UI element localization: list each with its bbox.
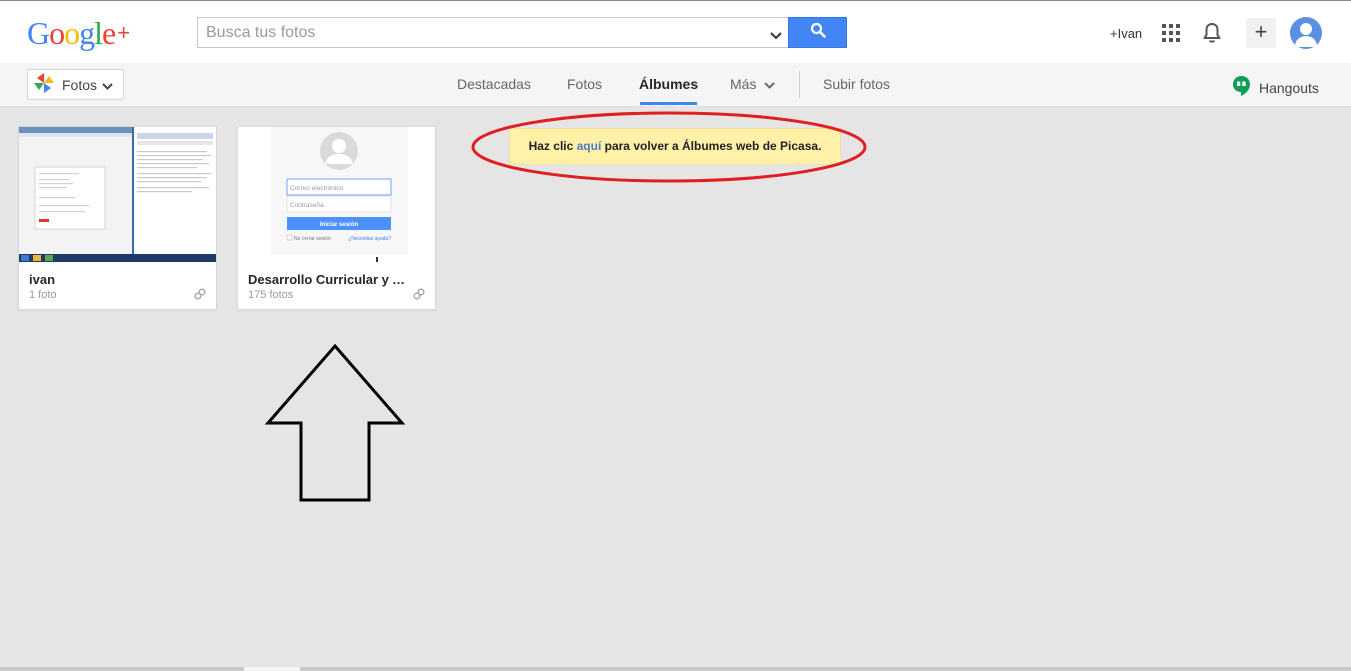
tab-destacadas[interactable]: Destacadas [457,76,531,92]
thumb-keep-signed-in: No cerrar sesión [294,236,331,242]
red-ellipse-annotation [471,111,867,183]
bell-icon[interactable] [1202,22,1222,49]
album-photo-count: 1 foto [29,289,57,301]
nav-bar: Fotos Destacadas Fotos Álbumes Más Subir… [0,63,1351,107]
chevron-down-icon [764,76,776,92]
tab-subir-fotos[interactable]: Subir fotos [823,76,890,92]
album-card[interactable]: Correo electrónico Contraseña Iniciar se… [237,126,436,310]
apps-grid-icon[interactable] [1162,24,1180,42]
hangouts-label: Hangouts [1259,79,1319,96]
link-icon[interactable] [194,287,206,305]
hangouts-icon [1232,75,1251,100]
thumb-email-placeholder: Correo electrónico [290,185,343,192]
top-bar: Google+ +Ivan + [0,0,1351,63]
google-plus-logo[interactable]: Google+ [27,15,130,55]
album-title[interactable]: Desarrollo Curricular y Aul... [248,272,413,287]
avatar-icon[interactable] [1290,17,1322,49]
share-plus-icon[interactable]: + [1246,18,1276,48]
hangouts-button[interactable]: Hangouts [1232,75,1319,100]
tab-mas-label: Más [730,76,757,92]
photos-pinwheel-icon [33,72,55,97]
tab-mas[interactable]: Más [730,76,776,92]
thumb-signin-button: Iniciar sesión [320,222,359,228]
app-switcher-button[interactable]: Fotos [27,69,124,100]
search-button[interactable] [788,17,847,48]
dropdown-arrow-icon[interactable] [770,27,782,45]
thumb-password-placeholder: Contraseña [290,202,324,209]
album-thumbnail [19,127,216,262]
album-title[interactable]: ivan [29,272,194,287]
chevron-down-icon [102,77,113,93]
up-arrow-annotation [264,343,406,502]
active-tab-indicator [640,102,697,105]
bottom-strip [0,667,1351,671]
app-switcher-label: Fotos [62,76,98,93]
search-icon [810,22,826,43]
tab-albumes[interactable]: Álbumes [639,76,698,92]
logo-text: Google [27,15,116,51]
nav-divider [799,71,800,98]
search-box[interactable] [197,17,788,48]
album-card[interactable]: ivan 1 foto [18,126,217,310]
thumb-need-help: ¿Necesitas ayuda? [348,236,391,242]
search-input[interactable] [198,18,748,47]
album-photo-count: 175 fotos [248,289,294,301]
logo-plus: + [117,20,130,45]
tab-fotos[interactable]: Fotos [567,76,602,92]
album-thumbnail: Correo electrónico Contraseña Iniciar se… [238,127,435,262]
link-icon[interactable] [413,287,425,305]
user-profile-link[interactable]: +Ivan [1110,26,1142,41]
